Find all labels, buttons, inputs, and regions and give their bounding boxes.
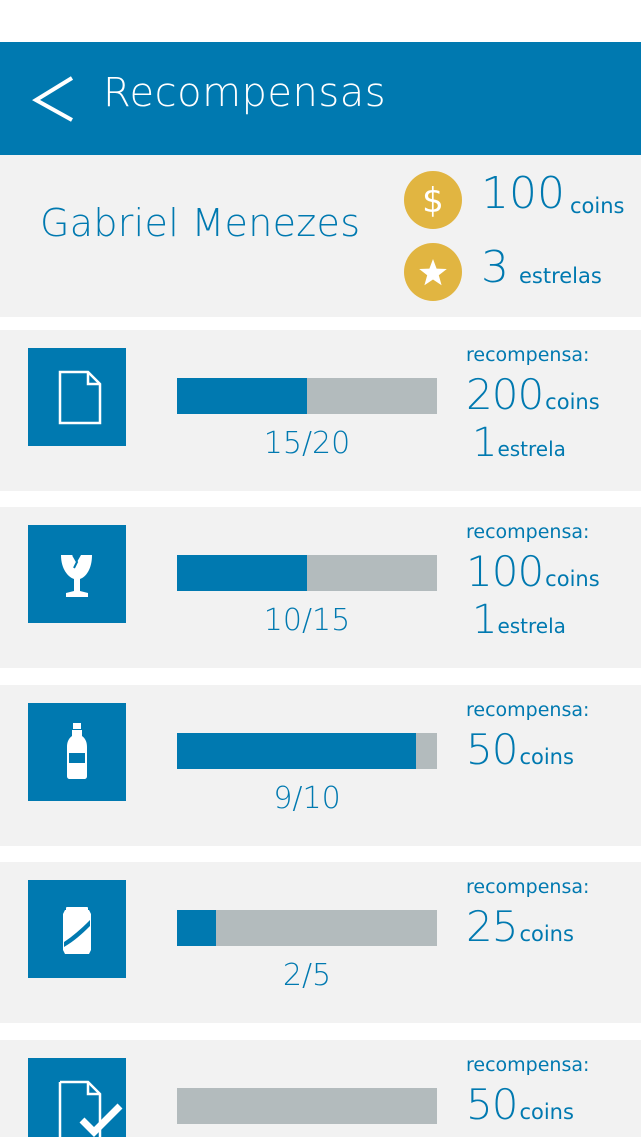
challenge-icon-tile (28, 1058, 126, 1137)
can-icon (63, 907, 91, 954)
reward-label: recompensa: (466, 876, 590, 898)
progress-bar (177, 555, 437, 591)
user-name: Gabriel Menezes (40, 201, 361, 245)
reward-stars: 1estrela (472, 597, 566, 643)
progress-bar (177, 1088, 437, 1124)
plastic-bottle-icon (67, 723, 87, 779)
star-badge (404, 243, 462, 301)
reward-coins: 100coins (466, 547, 600, 596)
progress-bar (177, 733, 437, 769)
reward-coins: 50coins (466, 1080, 574, 1129)
reward-coins: 200coins (466, 370, 600, 419)
challenge-card[interactable]: 2/5 recompensa: 25coins (0, 862, 641, 1023)
svg-text:$: $ (422, 181, 444, 221)
reward-stars-value: 1 (472, 597, 498, 643)
reward-stars-unit: estrela (497, 437, 566, 461)
progress-fill (177, 378, 307, 414)
reward-label: recompensa: (466, 521, 590, 543)
challenge-icon-tile (28, 703, 126, 801)
reward-coins-unit: coins (519, 1100, 574, 1124)
progress-bar (177, 910, 437, 946)
reward-label: recompensa: (466, 1054, 590, 1076)
reward-coins: 25coins (466, 902, 574, 951)
challenge-card[interactable]: 15/20 recompensa: 200coins 1estrela (0, 330, 641, 491)
progress-fill (177, 733, 417, 769)
progress-text: 9/10 (273, 781, 341, 816)
challenge-icon-tile (28, 880, 126, 978)
progress-text: 10/15 (263, 603, 351, 638)
star-icon (419, 259, 447, 286)
reward-coins-value: 50 (466, 1080, 518, 1129)
challenge-card[interactable]: 9/10 recompensa: 50coins (0, 685, 641, 846)
reward-coins-value: 50 (466, 725, 518, 774)
challenge-card[interactable]: recompensa: 50coins (0, 1040, 641, 1137)
reward-stars-value: 1 (472, 420, 498, 466)
reward-coins: 50coins (466, 725, 574, 774)
dollar-icon: $ (422, 181, 444, 221)
challenge-card[interactable]: 10/15 recompensa: 100coins 1estrela (0, 507, 641, 668)
reward-label: recompensa: (466, 699, 590, 721)
progress-bar (177, 378, 437, 414)
reward-stars: 1estrela (472, 420, 566, 466)
reward-coins-value: 100 (466, 547, 544, 596)
reward-coins-unit: coins (519, 745, 574, 769)
document-check-icon (58, 1080, 123, 1137)
reward-coins-unit: coins (545, 390, 600, 414)
chevron-left-icon (32, 76, 74, 122)
app-header: Recompensas (0, 42, 641, 155)
reward-coins-value: 200 (466, 370, 544, 419)
profile-panel: Gabriel Menezes $ 100 coins 3 estrelas (0, 155, 641, 317)
coins-unit: coins (570, 194, 625, 218)
coin-badge: $ (404, 171, 462, 229)
stars-unit: estrelas (519, 264, 602, 288)
reward-label: recompensa: (466, 344, 590, 366)
challenge-icon-tile (28, 525, 126, 623)
progress-fill (177, 555, 307, 591)
reward-coins-unit: coins (519, 922, 574, 946)
broken-glass-icon (61, 554, 92, 597)
reward-coins-unit: coins (545, 567, 600, 591)
progress-text: 15/20 (263, 426, 351, 461)
challenge-icon-tile (28, 348, 126, 446)
page-title: Recompensas (103, 70, 387, 116)
progress-fill (177, 910, 216, 946)
coins-count: 100 (481, 168, 565, 219)
reward-coins-value: 25 (466, 902, 518, 951)
progress-text: 2/5 (282, 958, 332, 993)
reward-stars-unit: estrela (497, 614, 566, 638)
back-button[interactable] (26, 72, 82, 124)
document-icon (58, 370, 102, 425)
stars-count: 3 (481, 242, 509, 293)
